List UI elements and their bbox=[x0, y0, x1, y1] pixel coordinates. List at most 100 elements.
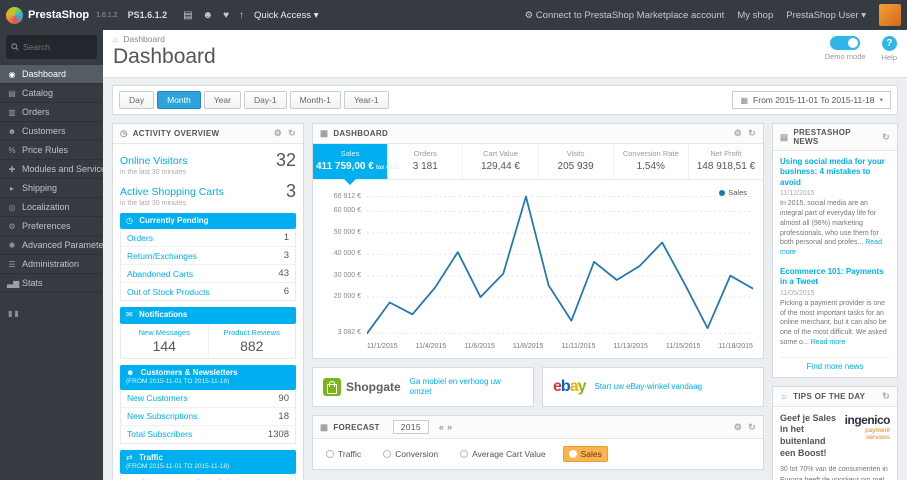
prestashop-logo[interactable]: PrestaShop 1.6.1.2 bbox=[6, 6, 118, 24]
sidebar-item-stats[interactable]: ▃▆ Stats bbox=[0, 274, 103, 293]
sidebar-item-modules[interactable]: ✚ Modules and Services bbox=[0, 160, 103, 179]
shopgate-link[interactable]: Ga mobiel en verhoog uw omzet bbox=[410, 377, 523, 398]
updates-icon[interactable]: ↑ bbox=[239, 10, 244, 21]
filter-day-button[interactable]: Day bbox=[119, 91, 155, 109]
help-icon[interactable]: ? bbox=[881, 36, 897, 51]
gear-icon[interactable]: ⚙ bbox=[734, 422, 742, 433]
shopgate-logo: Shopgate bbox=[323, 378, 401, 396]
abandoned-carts-link[interactable]: Abandoned Carts bbox=[127, 269, 193, 279]
new-customers-link[interactable]: New Customers bbox=[127, 393, 187, 403]
kpi-conversion-rate[interactable]: Conversion Rate 1.54% bbox=[614, 144, 689, 179]
kpi-cart-value[interactable]: Cart Value 129,44 € bbox=[463, 144, 539, 179]
sidebar-item-localization[interactable]: ◎ Localization bbox=[0, 198, 103, 217]
find-more-news-link[interactable]: Find more news bbox=[780, 356, 890, 373]
orders-icon: ▥ bbox=[8, 107, 16, 117]
gear-icon[interactable]: ⚙ bbox=[734, 128, 742, 139]
filter-month-button[interactable]: Month bbox=[157, 91, 201, 109]
news-icon: ▤ bbox=[780, 131, 789, 142]
google-analytics-link[interactable]: ◉ Link to your Google Analytics account bbox=[120, 474, 296, 480]
new-subscriptions-link[interactable]: New Subscriptions bbox=[127, 411, 197, 421]
filter-year-1-button[interactable]: Year-1 bbox=[343, 91, 389, 109]
active-carts-link[interactable]: Active Shopping Carts bbox=[120, 186, 224, 198]
sidebar-item-administration[interactable]: ☰ Administration bbox=[0, 255, 103, 274]
forecast-metric-conversion[interactable]: Conversion bbox=[378, 447, 443, 461]
preferences-icon: ⚙ bbox=[8, 221, 16, 231]
clock-icon: ◷ bbox=[120, 128, 128, 138]
sidebar-item-dashboard[interactable]: ◉ Dashboard bbox=[0, 65, 103, 84]
cart-icon[interactable]: ▤ bbox=[183, 10, 192, 21]
quick-access-menu[interactable]: Quick Access ▾ bbox=[254, 10, 318, 21]
sidebar-item-shipping[interactable]: ▸ Shipping bbox=[0, 179, 103, 198]
total-subscribers-link[interactable]: Total Subscribers bbox=[127, 429, 192, 439]
x-tick-label: 11/13/2015 bbox=[613, 343, 648, 350]
online-visitors-link[interactable]: Online Visitors bbox=[120, 155, 188, 167]
table-row: New Subscriptions 18 bbox=[121, 408, 295, 426]
sidebar-item-customers[interactable]: ☻ Customers bbox=[0, 122, 103, 141]
ebay-link[interactable]: Start uw eBay-winkel vandaag bbox=[595, 382, 703, 392]
sidebar-item-label: Orders bbox=[22, 107, 50, 117]
filter-day-1-button[interactable]: Day-1 bbox=[243, 91, 287, 109]
sidebar-item-label: Customers bbox=[22, 126, 66, 136]
refresh-icon[interactable]: ↻ bbox=[748, 128, 756, 139]
kpi-sales[interactable]: Sales 411 759,00 € tax excl. bbox=[313, 144, 400, 185]
kpi-net-profit[interactable]: Net Profit 148 918,51 € bbox=[689, 144, 763, 179]
sidebar-item-catalog[interactable]: ▤ Catalog bbox=[0, 84, 103, 103]
my-shop-link[interactable]: My shop bbox=[737, 10, 773, 21]
chart-x-axis: 11/1/2015 11/4/2015 11/6/2015 11/8/2015 11/1… bbox=[367, 340, 753, 358]
prev-year-button[interactable]: « bbox=[439, 422, 444, 432]
sidebar-item-label: Modules and Services bbox=[22, 164, 103, 174]
favorites-icon[interactable]: ♥ bbox=[223, 10, 229, 21]
sidebar-item-label: Price Rules bbox=[22, 145, 69, 155]
gear-icon[interactable]: ⚙ bbox=[274, 128, 282, 139]
filter-month-1-button[interactable]: Month-1 bbox=[289, 91, 341, 109]
topbar-icons: ▤ ☻ ♥ ↑ bbox=[183, 10, 244, 21]
forecast-metric-sales[interactable]: Sales bbox=[562, 446, 608, 462]
marketplace-link[interactable]: ⚙ Connect to PrestaShop Marketplace acco… bbox=[525, 10, 725, 21]
sidebar-item-advanced-parameters[interactable]: ✱ Advanced Parameters bbox=[0, 236, 103, 255]
read-more-link[interactable]: Read more bbox=[811, 339, 846, 346]
search-input[interactable] bbox=[23, 42, 93, 52]
envelope-icon: ✉ bbox=[126, 310, 133, 320]
kpi-row: Sales 411 759,00 € tax excl. Orders 3 181… bbox=[313, 144, 763, 185]
profile-icon[interactable]: ☻ bbox=[203, 10, 214, 21]
filter-year-button[interactable]: Year bbox=[203, 91, 241, 109]
refresh-icon[interactable]: ↻ bbox=[748, 422, 756, 433]
pending-orders-link[interactable]: Orders bbox=[127, 233, 153, 243]
avatar[interactable] bbox=[879, 4, 901, 26]
kpi-visits[interactable]: Visits 205 939 bbox=[539, 144, 614, 179]
refresh-icon[interactable]: ↻ bbox=[882, 391, 890, 402]
pending-returns-link[interactable]: Return/Exchanges bbox=[127, 251, 197, 261]
sidebar-collapse-button[interactable]: ▮▮ bbox=[0, 303, 103, 324]
sidebar-search bbox=[6, 35, 97, 59]
panel-title: ACTIVITY OVERVIEW bbox=[132, 129, 220, 138]
kpi-orders[interactable]: Orders 3 181 bbox=[388, 144, 464, 179]
forecast-year-select[interactable]: 2015 bbox=[392, 420, 429, 434]
out-of-stock-link[interactable]: Out of Stock Products bbox=[127, 287, 210, 297]
chevron-down-icon: ▾ bbox=[879, 97, 883, 104]
help-control: ? Help bbox=[882, 36, 897, 62]
new-messages-cell[interactable]: New Messages 144 bbox=[121, 323, 209, 358]
news-item-title[interactable]: Ecommerce 101: Payments in a Tweet bbox=[780, 267, 890, 288]
news-item-title[interactable]: Using social media for your business: 4 … bbox=[780, 157, 890, 188]
chart-y-axis: 66 912 € 60 000 € 50 000 € 40 000 € 30 000 €… bbox=[323, 190, 367, 340]
next-year-button[interactable]: » bbox=[447, 422, 452, 432]
sidebar-item-orders[interactable]: ▥ Orders bbox=[0, 103, 103, 122]
customers-table: New Customers 90 New Subscriptions 18 To… bbox=[120, 389, 296, 444]
table-row: Return/Exchanges 3 bbox=[121, 247, 295, 266]
news-item-excerpt: Picking a payment provider is one of the… bbox=[780, 299, 887, 346]
product-reviews-cell[interactable]: Product Reviews 882 bbox=[209, 324, 296, 358]
forecast-metric-average-cart-value[interactable]: Average Cart Value bbox=[455, 447, 550, 461]
y-tick-label: 30 000 € bbox=[333, 271, 361, 279]
gear-icon: ⚙ bbox=[524, 9, 534, 21]
administration-icon: ☰ bbox=[8, 259, 16, 269]
date-range-picker[interactable]: ▦ From 2015-11-01 To 2015-11-18 ▾ bbox=[732, 91, 891, 109]
refresh-icon[interactable]: ↻ bbox=[882, 132, 890, 143]
sidebar-item-preferences[interactable]: ⚙ Preferences bbox=[0, 217, 103, 236]
refresh-icon[interactable]: ↻ bbox=[288, 128, 296, 139]
sales-chart-svg bbox=[367, 195, 753, 335]
demo-mode-toggle[interactable] bbox=[830, 36, 861, 50]
sidebar-item-price-rules[interactable]: % Price Rules bbox=[0, 141, 103, 160]
forecast-metric-traffic[interactable]: Traffic bbox=[321, 447, 366, 461]
user-menu[interactable]: PrestaShop User ▾ bbox=[786, 10, 866, 21]
chevron-down-icon: ▾ bbox=[313, 9, 319, 21]
